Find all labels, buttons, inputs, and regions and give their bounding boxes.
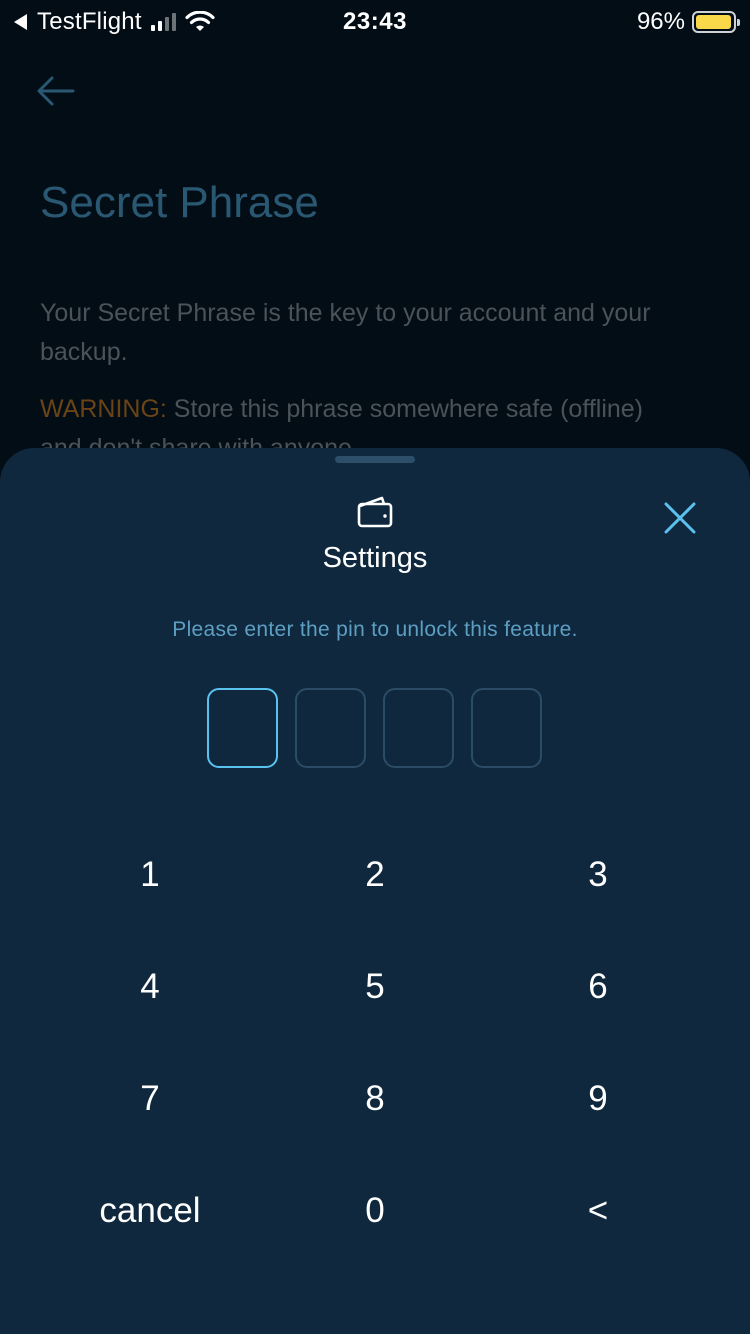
status-bar: TestFlight 23:43 96% [0,0,750,42]
sheet-grabber[interactable] [335,456,415,463]
key-0[interactable]: 0 [275,1166,475,1256]
key-1[interactable]: 1 [50,830,250,920]
sheet-title: Settings [322,542,428,574]
warning-label: WARNING: [40,395,167,423]
key-3[interactable]: 3 [498,830,698,920]
key-6[interactable]: 6 [498,942,698,1032]
wallet-icon [357,496,393,528]
key-5[interactable]: 5 [275,942,475,1032]
key-2[interactable]: 2 [275,830,475,920]
arrow-left-icon[interactable] [36,74,76,108]
page-title: Secret Phrase [40,178,319,227]
key-7[interactable]: 7 [50,1054,250,1144]
pin-digit-box[interactable] [295,688,366,768]
key-9[interactable]: 9 [498,1054,698,1144]
key-8[interactable]: 8 [275,1054,475,1144]
pin-input-group[interactable] [207,688,542,768]
battery-icon [692,11,740,33]
cancel-button[interactable]: cancel [50,1166,250,1256]
pin-prompt: Please enter the pin to unlock this feat… [172,618,578,641]
page-description: Your Secret Phrase is the key to your ac… [40,299,651,366]
pin-digit-box[interactable] [471,688,542,768]
pin-digit-box[interactable] [383,688,454,768]
key-4[interactable]: 4 [50,942,250,1032]
pin-bottom-sheet: Settings Please enter the pin to unlock … [0,448,750,1334]
close-icon[interactable] [660,498,700,538]
battery-percent: 96% [636,8,685,35]
pin-digit-box[interactable] [207,688,278,768]
backspace-key[interactable]: < [498,1166,698,1256]
